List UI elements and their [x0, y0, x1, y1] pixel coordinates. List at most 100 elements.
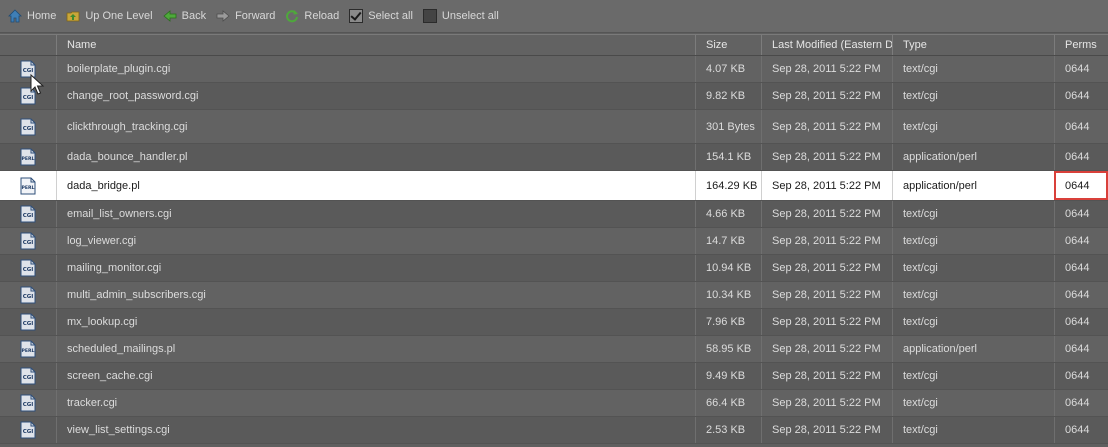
file-name: boilerplate_plugin.cgi [56, 56, 695, 82]
cgi-file-icon: CGI [20, 259, 36, 277]
file-name: dada_bounce_handler.pl [56, 144, 695, 170]
cgi-file-icon: CGI [20, 286, 36, 304]
file-type: application/perl [892, 336, 1054, 362]
file-type: text/cgi [892, 56, 1054, 82]
file-perms[interactable]: 0644 [1054, 201, 1108, 227]
file-last-modified: Sep 28, 2011 5:22 PM [761, 56, 892, 82]
svg-text:CGI: CGI [23, 375, 34, 381]
file-type: application/perl [892, 171, 1054, 200]
table-row[interactable]: CGI mx_lookup.cgi 7.96 KB Sep 28, 2011 5:22… [0, 309, 1108, 336]
file-icon-cell: CGI [0, 110, 56, 143]
table-row[interactable]: CGI view_list_settings.cgi 2.53 KB Sep 28, … [0, 417, 1108, 444]
file-icon-cell: CGI [0, 83, 56, 109]
file-type: text/cgi [892, 83, 1054, 109]
file-name: change_root_password.cgi [56, 83, 695, 109]
file-perms[interactable]: 0644 [1054, 255, 1108, 281]
svg-text:PERL: PERL [22, 348, 35, 354]
file-manager-toolbar: Home Up One Level Back Forward Reload Se… [0, 0, 1108, 33]
file-last-modified: Sep 28, 2011 5:22 PM [761, 417, 892, 443]
cgi-file-icon: CGI [20, 205, 36, 223]
arrow-right-icon [216, 9, 230, 23]
file-type: text/cgi [892, 201, 1054, 227]
table-row[interactable]: CGI email_list_owners.cgi 4.66 KB Sep 28, 2… [0, 201, 1108, 228]
table-row[interactable]: PERL dada_bridge.pl 164.29 KB Sep 28, 2011 … [0, 171, 1108, 201]
table-row[interactable]: CGI multi_admin_subscribers.cgi 10.34 KB Se… [0, 282, 1108, 309]
reload-button[interactable]: Reload [285, 9, 339, 23]
file-last-modified: Sep 28, 2011 5:22 PM [761, 363, 892, 389]
table-row[interactable]: PERL dada_bounce_handler.pl 154.1 KB Sep 28… [0, 144, 1108, 171]
file-perms[interactable]: 0644 [1054, 228, 1108, 254]
file-name: scheduled_mailings.pl [56, 336, 695, 362]
file-icon-cell: PERL [0, 336, 56, 362]
table-row[interactable]: CGI tracker.cgi 66.4 KB Sep 28, 2011 5:22 P… [0, 390, 1108, 417]
svg-text:CGI: CGI [23, 240, 34, 246]
file-perms[interactable]: 0644 [1054, 56, 1108, 82]
file-size: 4.07 KB [695, 56, 761, 82]
file-name: view_list_settings.cgi [56, 417, 695, 443]
table-row[interactable]: CGI screen_cache.cgi 9.49 KB Sep 28, 2011 5… [0, 363, 1108, 390]
svg-text:CGI: CGI [23, 126, 34, 132]
table-row[interactable]: CGI log_viewer.cgi 14.7 KB Sep 28, 2011 5:2… [0, 228, 1108, 255]
table-row[interactable]: CGI mailing_monitor.cgi 10.94 KB Sep 28, 20… [0, 255, 1108, 282]
file-icon-cell: CGI [0, 309, 56, 335]
file-name: multi_admin_subscribers.cgi [56, 282, 695, 308]
file-size: 154.1 KB [695, 144, 761, 170]
file-icon-cell: CGI [0, 56, 56, 82]
svg-text:CGI: CGI [23, 321, 34, 327]
file-last-modified: Sep 28, 2011 5:22 PM [761, 171, 892, 200]
file-icon-cell: CGI [0, 255, 56, 281]
file-type: text/cgi [892, 390, 1054, 416]
unselect-all-button[interactable]: Unselect all [422, 9, 499, 23]
file-last-modified: Sep 28, 2011 5:22 PM [761, 309, 892, 335]
folder-up-icon [66, 9, 80, 23]
select-all-button[interactable]: Select all [349, 9, 413, 23]
file-type: text/cgi [892, 363, 1054, 389]
file-perms[interactable]: 0644 [1054, 144, 1108, 170]
table-row[interactable]: CGI change_root_password.cgi 9.82 KB Sep 28… [0, 83, 1108, 110]
file-last-modified: Sep 28, 2011 5:22 PM [761, 282, 892, 308]
column-header-last-modified[interactable]: Last Modified (Eastern Da [761, 35, 892, 55]
file-perms[interactable]: 0644 [1054, 282, 1108, 308]
file-last-modified: Sep 28, 2011 5:22 PM [761, 336, 892, 362]
back-button[interactable]: Back [162, 9, 206, 23]
file-perms[interactable]: 0644 [1054, 83, 1108, 109]
column-header-name[interactable]: Name [56, 35, 695, 55]
file-size: 10.94 KB [695, 255, 761, 281]
file-rows: CGI boilerplate_plugin.cgi 4.07 KB Sep 28, … [0, 56, 1108, 444]
cgi-file-icon: CGI [20, 232, 36, 250]
cgi-file-icon: CGI [20, 367, 36, 385]
file-icon-cell: CGI [0, 282, 56, 308]
file-perms[interactable]: 0644 [1054, 309, 1108, 335]
perl-file-icon: PERL [20, 340, 36, 358]
svg-text:CGI: CGI [23, 213, 34, 219]
reload-icon [285, 9, 299, 23]
home-button[interactable]: Home [8, 9, 56, 23]
file-last-modified: Sep 28, 2011 5:22 PM [761, 110, 892, 143]
file-perms[interactable]: 0644 [1054, 110, 1108, 143]
column-header-size[interactable]: Size [695, 35, 761, 55]
table-header: Name Size Last Modified (Eastern Da Type… [0, 34, 1108, 56]
file-size: 58.95 KB [695, 336, 761, 362]
file-last-modified: Sep 28, 2011 5:22 PM [761, 228, 892, 254]
file-perms[interactable]: 0644 [1054, 390, 1108, 416]
file-size: 301 Bytes [695, 110, 761, 143]
file-last-modified: Sep 28, 2011 5:22 PM [761, 83, 892, 109]
file-size: 66.4 KB [695, 390, 761, 416]
file-perms[interactable]: 0644 [1054, 336, 1108, 362]
file-name: email_list_owners.cgi [56, 201, 695, 227]
file-table: Name Size Last Modified (Eastern Da Type… [0, 34, 1108, 444]
file-perms[interactable]: 0644 [1054, 171, 1108, 200]
table-row[interactable]: CGI boilerplate_plugin.cgi 4.07 KB Sep 28, … [0, 56, 1108, 83]
column-header-perms[interactable]: Perms [1054, 35, 1108, 55]
file-icon-cell: CGI [0, 228, 56, 254]
column-header-type[interactable]: Type [892, 35, 1054, 55]
file-perms[interactable]: 0644 [1054, 417, 1108, 443]
table-row[interactable]: CGI clickthrough_tracking.cgi 301 Bytes Sep… [0, 110, 1108, 144]
cgi-file-icon: CGI [20, 421, 36, 439]
up-one-level-button[interactable]: Up One Level [66, 9, 153, 23]
table-row[interactable]: PERL scheduled_mailings.pl 58.95 KB Sep 28,… [0, 336, 1108, 363]
file-perms[interactable]: 0644 [1054, 363, 1108, 389]
cgi-file-icon: CGI [20, 87, 36, 105]
forward-button[interactable]: Forward [216, 9, 275, 23]
column-icon-header [0, 35, 56, 55]
